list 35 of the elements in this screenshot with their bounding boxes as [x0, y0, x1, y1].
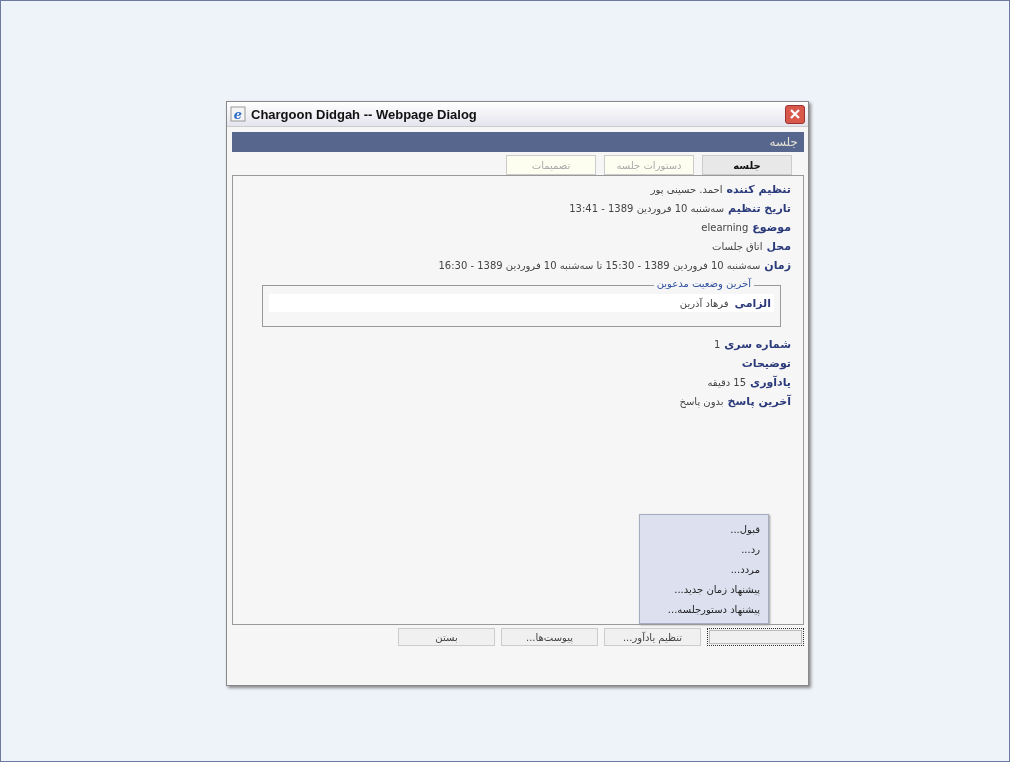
field-label: محل — [766, 240, 791, 253]
field-label: یادآوری — [750, 376, 791, 389]
field-label: زمان — [764, 259, 791, 272]
menu-item[interactable]: پیشنهاد دستورجلسه... — [640, 599, 768, 619]
menu-item[interactable]: مردد... — [640, 559, 768, 579]
close-icon — [789, 108, 801, 120]
field-value: elearning — [701, 222, 749, 233]
menu-item[interactable]: قبول... — [640, 519, 768, 539]
window-title: Chargoon Didgah -- Webpage Dialog — [251, 106, 478, 122]
group-legend: آخرین وضعیت مدعوین — [653, 278, 754, 289]
field-value: سه‌شنبه 10 فروردین 1389 - 15:30 تا سه‌شنبه 10 فروردین 1389 - 16:30 — [438, 260, 761, 271]
field-label: تنظیم کننده — [726, 183, 791, 196]
dialog-button[interactable] — [707, 628, 804, 646]
field-value: بدون پاسخ — [679, 396, 724, 407]
browser-e-icon: e — [230, 106, 246, 122]
field-label: آخرین پاسخ — [727, 395, 791, 408]
menu-item[interactable]: پیشنهاد زمان جدید... — [640, 579, 768, 599]
dialog-button[interactable]: پیوست‌ها... — [501, 628, 598, 646]
field-value: 15 دقیقه — [707, 377, 747, 388]
invitee-status: الزامی — [734, 296, 771, 310]
menu-item[interactable]: رد... — [640, 539, 768, 559]
tab[interactable]: جلسه — [702, 155, 792, 175]
field-label: شماره سری — [724, 338, 791, 351]
header-title: جلسه — [769, 135, 798, 149]
field-value: احمد. حسینی پور — [650, 184, 723, 195]
close-button[interactable] — [785, 104, 805, 124]
invitee-name: فرهاد آذرین — [679, 297, 729, 309]
field-label: توضیحات — [741, 357, 791, 370]
field-value: 1 — [713, 339, 721, 350]
field-value: سه‌شنبه 10 فروردین 1389 - 13:41 — [569, 203, 725, 214]
dialog-button[interactable]: بستن — [398, 628, 495, 646]
dialog-button[interactable]: تنظیم یادآور... — [604, 628, 701, 646]
field-label: موضوع — [752, 221, 791, 234]
field-value: اتاق جلسات — [712, 241, 763, 252]
field-label: تاریخ تنظیم — [728, 202, 791, 215]
